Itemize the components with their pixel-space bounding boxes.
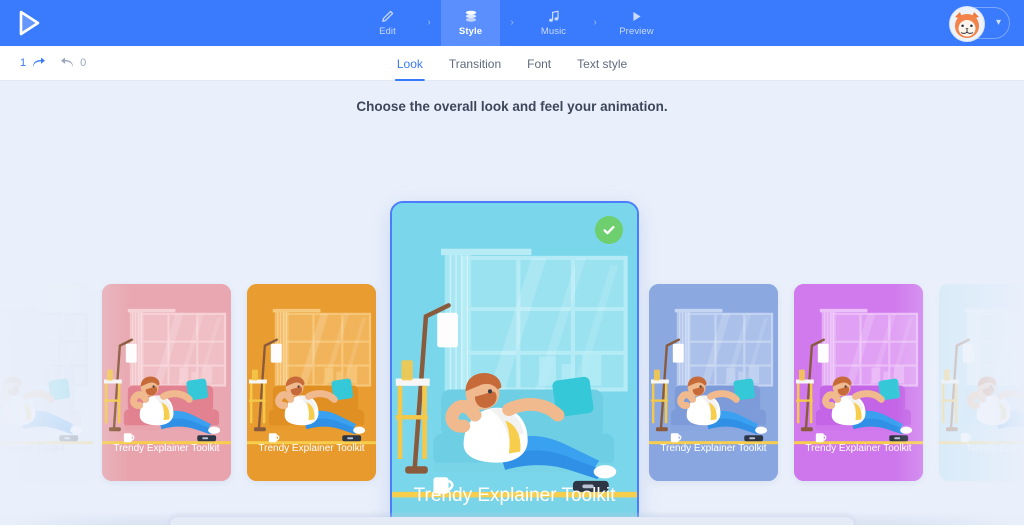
style-card-label: Trendy Explainer Toolkit bbox=[258, 443, 365, 454]
style-card-illustration bbox=[392, 203, 637, 525]
step-preview[interactable]: Preview bbox=[607, 0, 666, 46]
tab-text-style-label: Text style bbox=[577, 56, 628, 71]
sub-toolbar: 1 0 Look Transition Font Text style bbox=[0, 46, 1024, 81]
step-separator-1: › bbox=[427, 16, 431, 28]
pencil-icon bbox=[381, 10, 394, 23]
tab-font-label: Font bbox=[527, 56, 552, 71]
step-music-label: Music bbox=[540, 25, 567, 37]
tab-look-label: Look bbox=[396, 56, 423, 71]
play-icon bbox=[630, 10, 643, 23]
account-pill[interactable]: ▾ bbox=[949, 6, 1010, 42]
style-card-selected[interactable]: Trendy Explainer Toolkit bbox=[390, 201, 639, 525]
undo-arrow-icon bbox=[31, 57, 46, 70]
redo-arrow-icon bbox=[60, 57, 75, 70]
tab-transition[interactable]: Transition bbox=[449, 46, 501, 81]
redo-count: 0 bbox=[80, 57, 87, 69]
style-card-label: Trendy Explainer Toolkit bbox=[413, 485, 616, 506]
style-card[interactable]: Explainer Toolkit bbox=[0, 284, 93, 481]
music-note-icon bbox=[548, 10, 560, 23]
layers-icon bbox=[464, 10, 478, 23]
style-carousel[interactable]: Explainer Toolkit bbox=[0, 81, 1024, 525]
step-edit[interactable]: Edit bbox=[358, 0, 417, 46]
style-card[interactable]: Trendy Explainer bbox=[939, 284, 1024, 481]
step-music[interactable]: Music bbox=[524, 0, 583, 46]
style-card-label: Trendy Explainer Toolkit bbox=[660, 443, 767, 454]
style-card[interactable]: Trendy Explainer Toolkit bbox=[794, 284, 923, 481]
workflow-steps: Edit › Style › Music › Preview bbox=[358, 0, 666, 46]
main-content: Choose the overall look and feel your an… bbox=[0, 81, 1024, 525]
check-circle-icon bbox=[595, 216, 623, 244]
style-card[interactable]: Trendy Explainer Toolkit bbox=[247, 284, 376, 481]
fox-avatar bbox=[949, 6, 985, 42]
history-controls: 1 0 bbox=[20, 57, 86, 70]
account-menu[interactable]: ▾ bbox=[949, 6, 1010, 42]
bottom-panel bbox=[0, 511, 1024, 525]
step-style[interactable]: Style bbox=[441, 0, 500, 46]
step-separator-2: › bbox=[510, 16, 514, 28]
app-header: Edit › Style › Music › Preview ▾ bbox=[0, 0, 1024, 46]
tab-font[interactable]: Font bbox=[527, 46, 551, 81]
app-logo[interactable] bbox=[0, 0, 58, 46]
tab-transition-label: Transition bbox=[448, 56, 502, 71]
style-card-label: Trendy Explainer Toolkit bbox=[113, 443, 220, 454]
chevron-down-icon: ▾ bbox=[995, 17, 1001, 28]
bottom-panel-lip bbox=[170, 517, 854, 525]
step-style-label: Style bbox=[458, 25, 483, 37]
step-edit-label: Edit bbox=[379, 25, 396, 37]
tab-text-style[interactable]: Text style bbox=[577, 46, 627, 81]
play-triangle-logo-icon bbox=[16, 9, 42, 37]
undo-button[interactable]: 1 bbox=[20, 57, 46, 70]
style-card-label: Trendy Explainer Toolkit bbox=[805, 443, 912, 454]
redo-button[interactable]: 0 bbox=[60, 57, 86, 70]
step-preview-label: Preview bbox=[619, 25, 654, 37]
style-card-label: Explainer Toolkit bbox=[0, 443, 65, 454]
style-tabs: Look Transition Font Text style bbox=[394, 46, 627, 81]
tab-look[interactable]: Look bbox=[394, 46, 425, 81]
step-separator-3: › bbox=[593, 16, 597, 28]
style-card-label: Trendy Explainer bbox=[965, 443, 1024, 454]
undo-count: 1 bbox=[20, 57, 27, 69]
style-card[interactable]: Trendy Explainer Toolkit bbox=[102, 284, 231, 481]
style-card[interactable]: Trendy Explainer Toolkit bbox=[649, 284, 778, 481]
